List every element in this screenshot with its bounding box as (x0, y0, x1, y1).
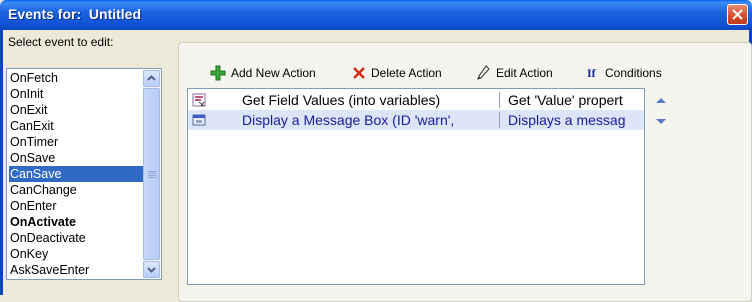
event-list-item[interactable]: CanChange (9, 182, 146, 198)
event-list-item[interactable]: OnTimer (9, 134, 146, 150)
action-name: Get Field Values (into variables) (242, 92, 441, 108)
conditions-if-icon: If (587, 66, 596, 80)
action-description: Get 'Value' propert (508, 92, 623, 108)
event-list-item[interactable]: OnEnter (9, 198, 146, 214)
action-list[interactable]: Get Field Values (into variables) Get 'V… (187, 88, 645, 285)
chevron-up-icon (147, 75, 156, 81)
event-list-item[interactable]: CanExit (9, 118, 146, 134)
action-row[interactable]: Get Field Values (into variables) Get 'V… (188, 90, 644, 110)
event-list-label: Select event to edit: (8, 35, 114, 49)
event-list[interactable]: OnFetch OnInit OnExit CanExit OnTimer OnSave C… (6, 68, 162, 280)
scroll-thumb[interactable] (143, 88, 160, 260)
event-list-scrollbar[interactable] (143, 70, 160, 278)
window-frame-left (0, 30, 3, 295)
window-title: Events for: Untitled (8, 6, 142, 22)
add-action-button[interactable]: Add New Action (210, 64, 326, 82)
delete-action-button[interactable]: Delete Action (352, 64, 452, 82)
event-list-item[interactable]: OnExit (9, 102, 146, 118)
add-action-label: Add New Action (231, 66, 316, 80)
action-description: Displays a messag (508, 112, 626, 128)
conditions-button[interactable]: If Conditions (587, 64, 667, 82)
action-row[interactable]: Display a Message Box (ID 'warn', Displa… (188, 110, 644, 130)
pencil-icon (477, 65, 490, 80)
edit-action-label: Edit Action (496, 66, 553, 80)
events-dialog: Events for: Untitled Select event to edi… (0, 0, 752, 302)
delete-x-icon (353, 67, 365, 79)
column-divider (499, 112, 500, 128)
title-bar: Events for: Untitled (0, 0, 752, 30)
action-name: Display a Message Box (ID 'warn', (242, 112, 455, 128)
event-list-item[interactable]: OnFetch (9, 70, 146, 86)
scroll-up-button[interactable] (143, 70, 160, 87)
event-list-item[interactable]: OnSave (9, 150, 146, 166)
close-button[interactable] (727, 4, 748, 25)
delete-action-label: Delete Action (371, 66, 442, 80)
event-list-item[interactable]: OnKey (9, 246, 146, 262)
event-list-item[interactable]: OnActivate (9, 214, 146, 230)
event-list-item[interactable]: AskSaveEnter (9, 262, 146, 278)
move-down-icon[interactable] (654, 117, 668, 127)
event-list-item[interactable]: OnInit (9, 86, 146, 102)
plus-icon (210, 65, 226, 81)
field-values-icon (192, 93, 206, 107)
edit-action-button[interactable]: Edit Action (476, 64, 562, 82)
move-up-icon[interactable] (654, 95, 668, 105)
scroll-down-button[interactable] (143, 261, 160, 278)
event-list-item[interactable]: CanSave (9, 166, 146, 182)
conditions-label: Conditions (605, 66, 662, 80)
event-list-item[interactable]: OnDeactivate (9, 230, 146, 246)
close-icon (732, 9, 743, 20)
message-box-icon (192, 114, 206, 126)
column-divider (499, 92, 500, 108)
chevron-down-icon (147, 267, 156, 273)
